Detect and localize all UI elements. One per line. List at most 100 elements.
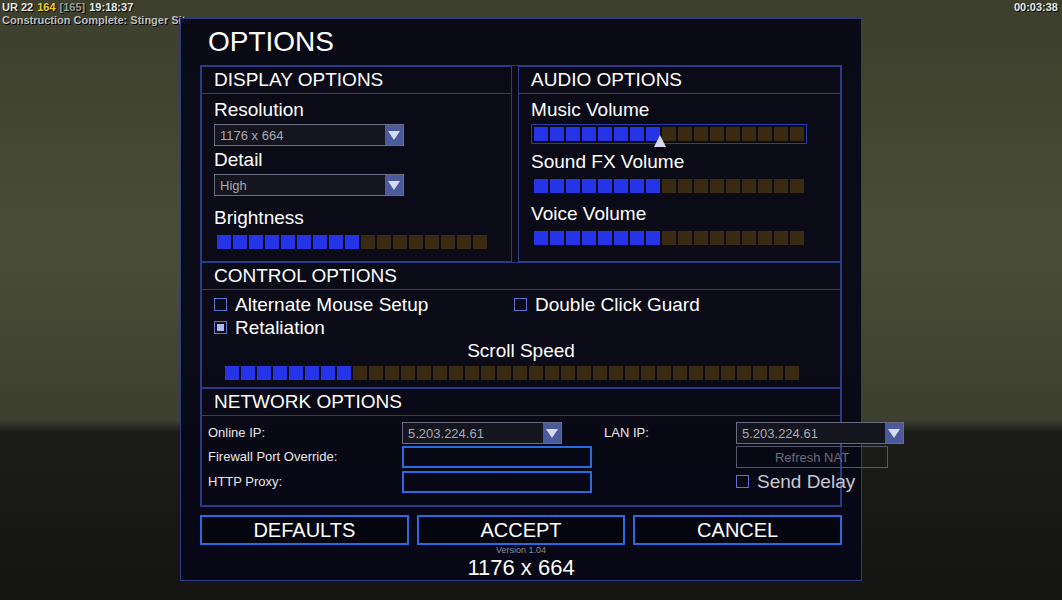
slider-label: Music Volume <box>531 98 828 122</box>
slider-segment <box>689 366 703 380</box>
segment-slider[interactable] <box>214 232 490 252</box>
checkbox-label: Retaliation <box>235 316 325 339</box>
slider-segment <box>694 231 708 245</box>
slider-segment <box>678 179 692 193</box>
proxy-input[interactable] <box>402 471 592 493</box>
slider-segment <box>550 127 564 141</box>
slider-segment <box>401 366 415 380</box>
slider-label: Sound FX Volume <box>531 150 828 174</box>
hud: UR 22164[165]19:18:37Construction Comple… <box>2 1 191 27</box>
panel-title: NETWORK OPTIONS <box>202 389 840 416</box>
dialog-button[interactable]: DEFAULTS <box>200 515 409 545</box>
slider-segment <box>265 235 279 249</box>
slider-segment <box>465 366 479 380</box>
slider-segment <box>550 179 564 193</box>
segment-slider[interactable] <box>222 363 802 383</box>
dropdown-button[interactable] <box>543 423 561 443</box>
options-frame: DISPLAY OPTIONSResolution1176 x 664Detai… <box>200 65 842 507</box>
checkbox[interactable] <box>214 298 227 311</box>
slider-segment <box>566 127 580 141</box>
checkbox[interactable] <box>514 298 527 311</box>
status-message: 1176 x 664 <box>200 556 842 580</box>
slider-segment <box>790 179 804 193</box>
slider-segment <box>534 231 548 245</box>
slider-segment <box>630 179 644 193</box>
slider-segment <box>646 231 660 245</box>
slider-segment <box>758 127 772 141</box>
slider-segment <box>582 231 596 245</box>
slider-segment <box>785 366 799 380</box>
dropdown[interactable]: High <box>214 174 404 196</box>
slider-segment <box>441 235 455 249</box>
slider-segment <box>657 366 671 380</box>
segment-slider[interactable] <box>531 228 807 248</box>
slider-segment <box>678 231 692 245</box>
slider-segment <box>534 179 548 193</box>
slider-segment <box>241 366 255 380</box>
field-label: Online IP: <box>208 422 402 444</box>
dialog-button[interactable]: ACCEPT <box>417 515 626 545</box>
dialog-button[interactable]: CANCEL <box>633 515 842 545</box>
slider-segment <box>577 366 591 380</box>
refresh-nat-button[interactable]: Refresh NAT <box>736 446 888 468</box>
slider-segment <box>630 127 644 141</box>
display-panel: DISPLAY OPTIONSResolution1176 x 664Detai… <box>201 66 512 262</box>
dropdown[interactable]: 5.203.224.61 <box>402 422 562 444</box>
firewall-input[interactable] <box>402 446 592 468</box>
slider-segment <box>305 366 319 380</box>
slider-segment <box>281 235 295 249</box>
checkbox-label: Double Click Guard <box>535 293 700 316</box>
control-panel: CONTROL OPTIONS Alternate Mouse Setup Doub… <box>201 262 841 388</box>
slider-segment <box>769 366 783 380</box>
slider-segment <box>726 127 740 141</box>
checkbox-row[interactable]: Retaliation <box>214 316 514 339</box>
checkbox[interactable] <box>214 321 227 334</box>
slider-segment <box>225 366 239 380</box>
checkbox[interactable] <box>736 475 749 488</box>
field-label: Firewall Port Override: <box>208 446 402 468</box>
slider-label: Voice Volume <box>531 202 828 226</box>
dropdown[interactable]: 1176 x 664 <box>214 124 404 146</box>
slider-segment <box>742 127 756 141</box>
slider-segment <box>609 366 623 380</box>
scroll-bar-row <box>202 363 840 387</box>
slider-segment <box>534 127 548 141</box>
dropdown-button[interactable] <box>385 125 403 145</box>
segment-slider[interactable] <box>531 176 807 196</box>
slider-segment <box>774 179 788 193</box>
version-label: Version 1.04 <box>200 545 842 556</box>
slider-segment <box>433 366 447 380</box>
slider-segment <box>774 231 788 245</box>
network-grid: Online IP:5.203.224.61LAN IP:5.203.224.6… <box>202 416 840 493</box>
checkbox-row[interactable]: Alternate Mouse Setup <box>214 293 514 316</box>
slider-segment <box>646 179 660 193</box>
slider-segment <box>393 235 407 249</box>
segment-slider[interactable] <box>531 124 807 144</box>
slider-segment <box>497 366 511 380</box>
slider-segment <box>257 366 271 380</box>
slider-segment <box>313 235 327 249</box>
dropdown-value: 5.203.224.61 <box>737 423 885 443</box>
dropdown-button[interactable] <box>385 175 403 195</box>
slider-segment <box>566 179 580 193</box>
slider-segment <box>721 366 735 380</box>
slider-segment <box>481 366 495 380</box>
checkbox-row[interactable]: Double Click Guard <box>514 293 828 316</box>
slider-segment <box>582 179 596 193</box>
slider-segment <box>662 179 676 193</box>
checkbox-label: Send Delay <box>757 470 855 493</box>
checkbox-row[interactable]: Send Delay <box>736 470 904 493</box>
slider-thumb[interactable] <box>654 135 666 147</box>
checkbox-fill <box>217 324 224 331</box>
dropdown[interactable]: 5.203.224.61 <box>736 422 904 444</box>
slider-segment <box>409 235 423 249</box>
panel-title: CONTROL OPTIONS <box>202 263 840 290</box>
slider-segment <box>694 127 708 141</box>
slider-segment <box>457 235 471 249</box>
field-label: Brightness <box>214 206 499 230</box>
hud-timer: 00:03:38 <box>1014 1 1058 13</box>
slider-segment <box>630 231 644 245</box>
slider-segment <box>598 231 612 245</box>
slider-segment <box>582 127 596 141</box>
dropdown-button[interactable] <box>885 423 903 443</box>
